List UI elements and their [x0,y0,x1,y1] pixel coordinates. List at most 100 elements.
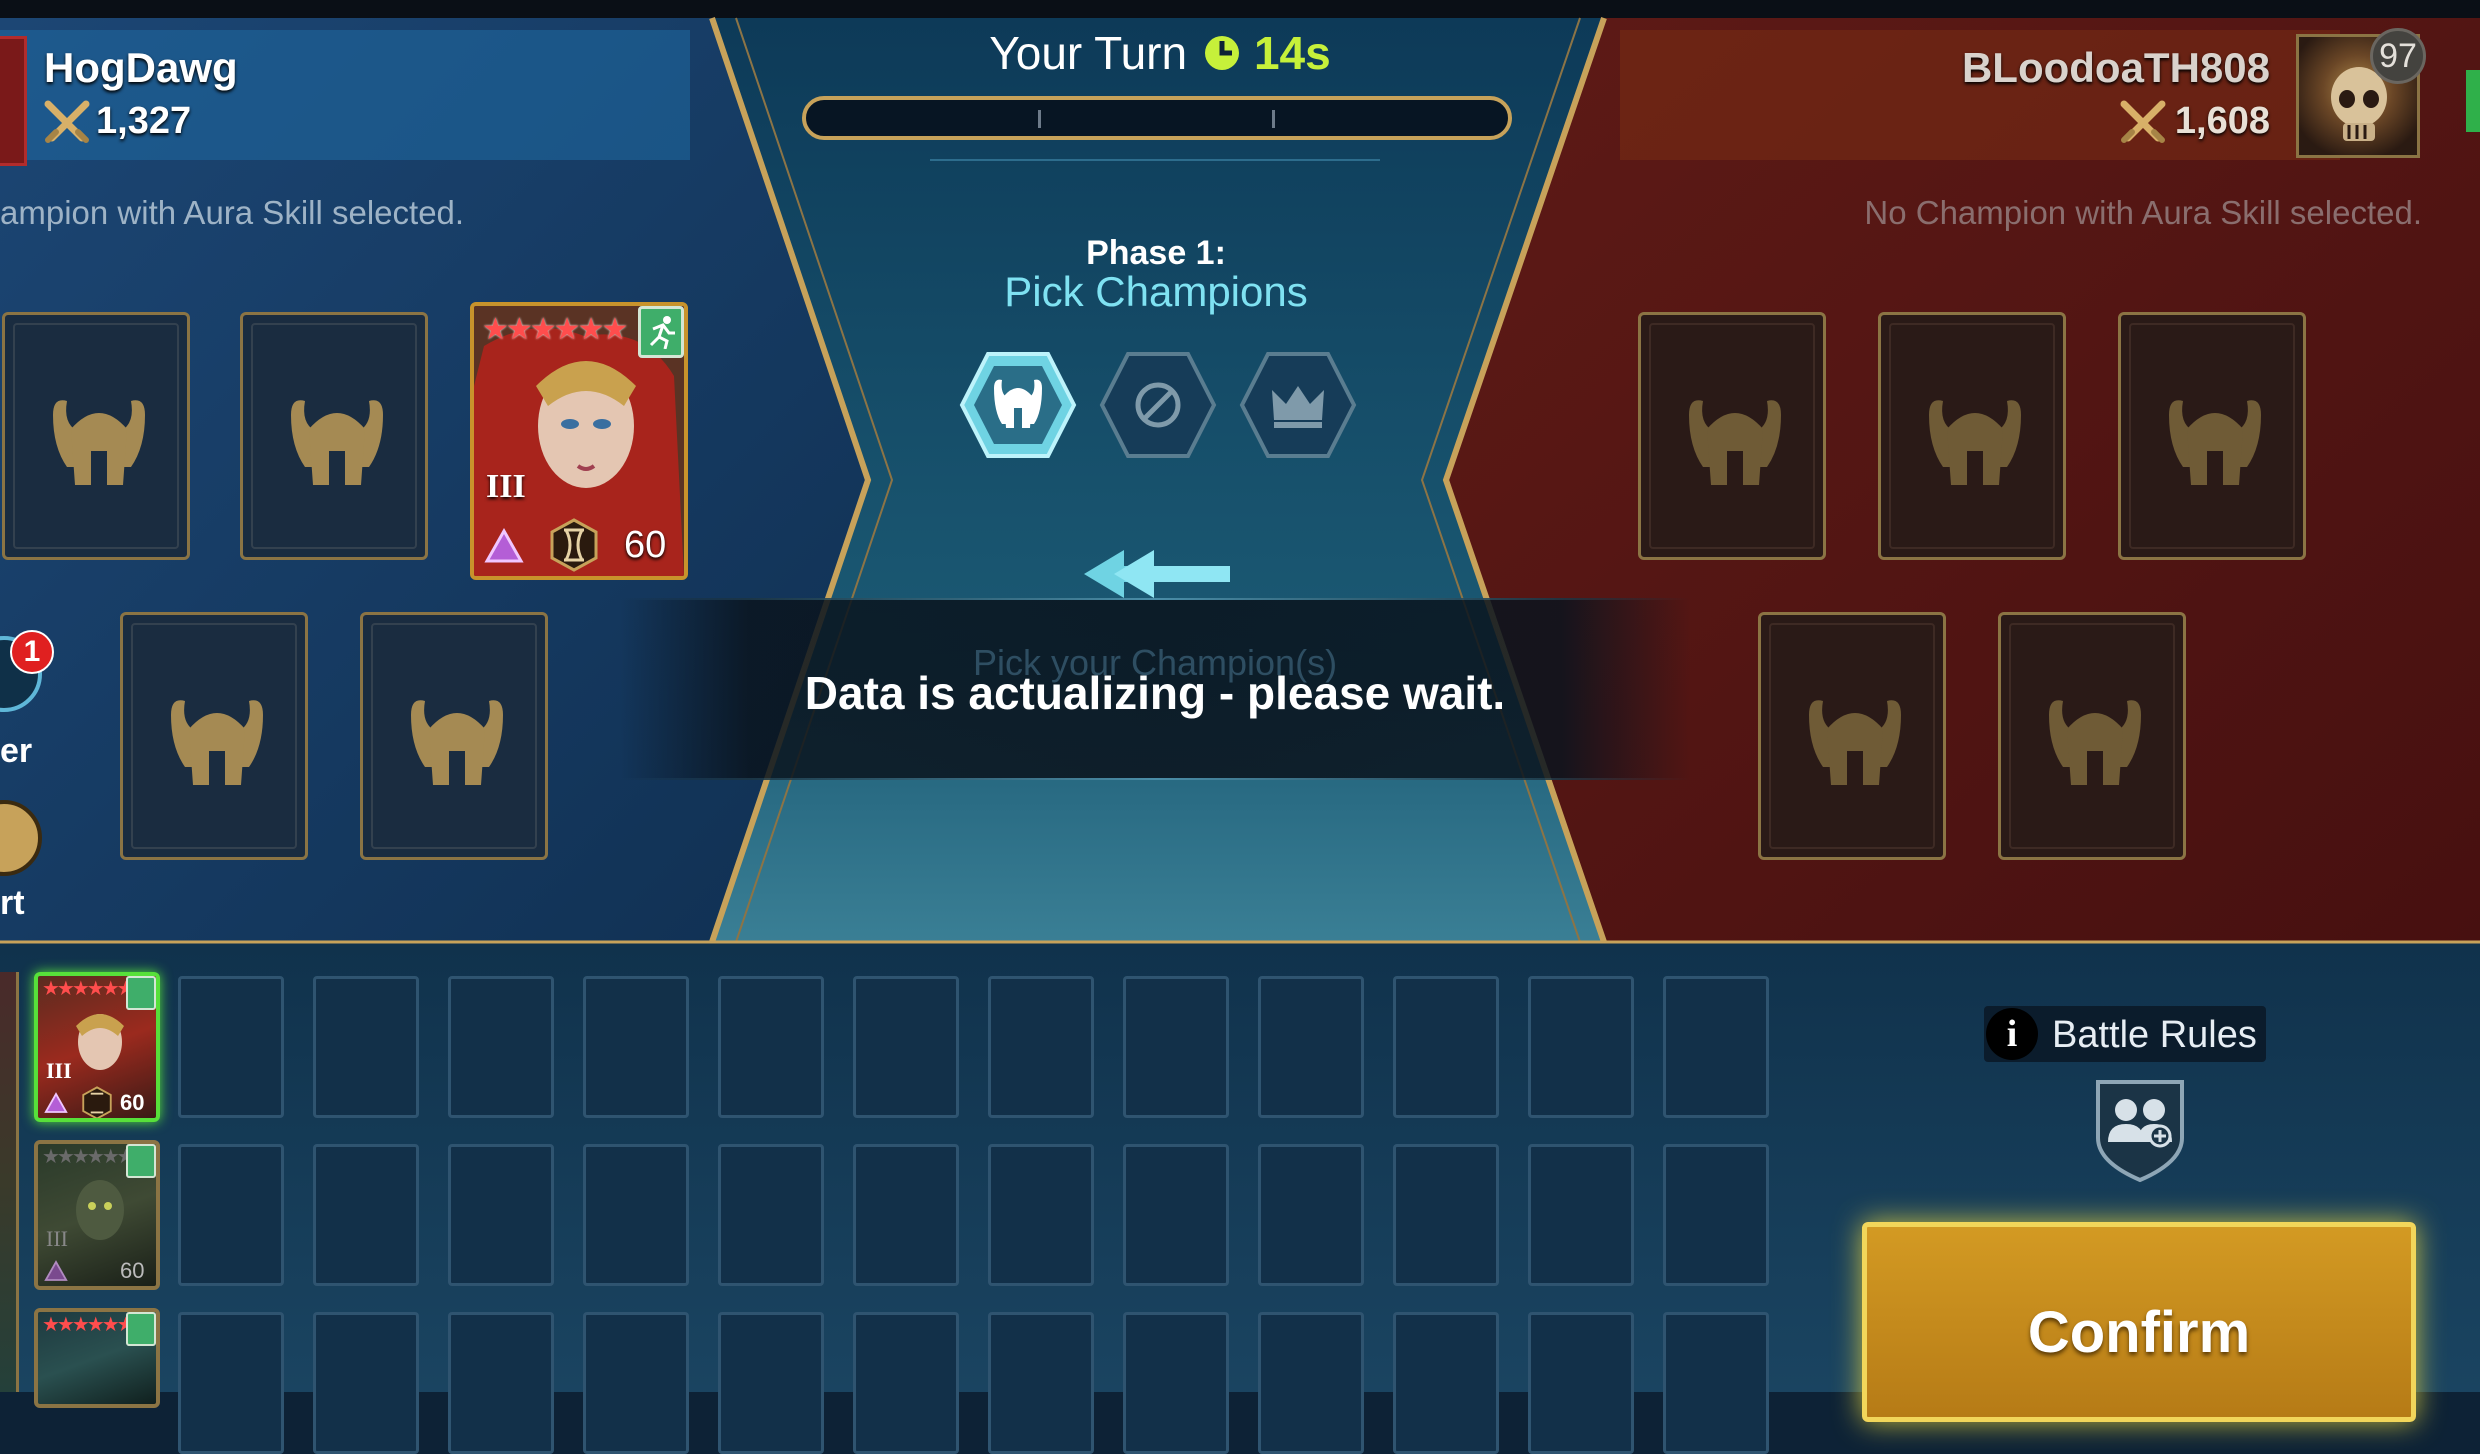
hourglass-icon [82,1086,112,1118]
roster-empty-slot [1123,976,1229,1118]
helmet-placeholder-icon [53,400,145,485]
affinity-badge [126,1312,156,1346]
left-pick-slot-1[interactable] [2,312,190,560]
roster-empty-slot [718,1144,824,1286]
roster-empty-slot [1528,1144,1634,1286]
helmet-placeholder-icon [171,700,263,785]
roster-empty-slot [1663,976,1769,1118]
roster-empty-slot [718,1312,824,1454]
turn-timer: 14s [1253,27,1331,79]
roster-champion-3[interactable]: ★★★★★★ [34,1308,160,1408]
champion-level: 60 [624,524,667,566]
helmet-placeholder-icon [1929,400,2021,485]
roster-empty-slot [178,1144,284,1286]
roster-partial-column [0,972,19,1392]
left-pick-slot-5[interactable] [360,612,548,860]
crossed-swords-icon [2120,100,2166,143]
roster-empty-slot [178,1312,284,1454]
roster-empty-slot [313,1312,419,1454]
right-pick-slot-2 [1878,312,2066,560]
loading-message: Data is actualizing - please wait. [804,667,1506,719]
left-player-power: 1,327 [96,100,192,142]
ascension-triangle-icon [484,528,524,563]
confirm-label: Confirm [2027,1300,2251,1365]
roster-empty-slot [448,1144,554,1286]
roster-empty-slot [313,976,419,1118]
turn-progress-bar [802,96,1512,140]
roster-empty-slot [1393,1144,1499,1286]
roster-empty-slot [988,976,1094,1118]
champion-portrait [76,1180,124,1240]
notification-badge: 1 [10,630,54,674]
roster-empty-slot [178,976,284,1118]
roster-empty-slot [448,1312,554,1454]
turn-label: Your Turn [989,27,1188,79]
right-player-name: BLoodoaTH808 [1961,44,2270,91]
roster-champion-2[interactable]: ★★★★★★ III 60 [34,1140,160,1290]
roster-empty-slot [1123,1144,1229,1286]
roster-empty-slot [1393,1312,1499,1454]
edge-indicator [2466,70,2480,132]
roster-empty-slot [313,1144,419,1286]
phase-subtitle: Pick Champions [1004,268,1308,315]
picked-champion-card[interactable]: ★★★★★★ III 60 [470,302,688,580]
champion-level: 60 [120,1090,145,1115]
phase-step-leader [1239,352,1357,458]
right-pick-slot-5 [1998,612,2186,860]
roster-empty-slot [988,1144,1094,1286]
roster-empty-slot [448,976,554,1118]
loading-overlay: Pick your Champion(s) Data is actualizin… [620,598,1690,780]
roster-empty-slot [853,1144,959,1286]
helmet-placeholder-icon [1689,400,1781,485]
roster-empty-slot [1258,1312,1364,1454]
roster-empty-slot [1663,1144,1769,1286]
info-icon: i [1986,1008,2038,1060]
team-preset-shield-icon[interactable] [2090,1076,2190,1184]
champion-level: 60 [120,1258,145,1283]
left-player-portrait [0,36,27,166]
roster-empty-slot [718,976,824,1118]
roster-empty-slot [1258,1144,1364,1286]
champion-stars: ★★★★★★ [42,1314,135,1336]
roster-empty-slot [853,976,959,1118]
battle-rules-label: Battle Rules [2052,1014,2257,1056]
battle-rules-button[interactable]: i Battle Rules [1984,1006,2266,1062]
left-pick-slot-2[interactable] [240,312,428,560]
phase-step-ban [1099,352,1217,458]
roster-empty-slot [1528,1312,1634,1454]
roster-champion-1[interactable]: ★★★★★★ III 60 [34,972,160,1122]
champion-rank-numeral: III [46,1058,72,1083]
ascension-triangle-icon [44,1092,68,1113]
roster-empty-slot [583,1144,689,1286]
right-pick-slot-4 [1758,612,1946,860]
roster-empty-slot [1663,1312,1769,1454]
right-pick-slot-3 [2118,312,2306,560]
champion-stars: ★★★★★★ [482,313,628,346]
champion-rank-numeral: III [46,1226,68,1251]
right-player-power: 1,608 [2174,100,2270,142]
helmet-placeholder-icon [411,700,503,785]
roster-empty-slot [583,1312,689,1454]
speed-affinity-icon [649,316,675,349]
timer-clock-icon [1204,36,1239,70]
crossed-swords-icon [44,100,90,143]
right-pick-slot-1 [1638,312,1826,560]
left-pick-slot-4[interactable] [120,612,308,860]
roster-empty-slot [583,976,689,1118]
affinity-badge [126,1144,156,1178]
helmet-placeholder-icon [1809,700,1901,785]
roster-empty-slot [1258,976,1364,1118]
side-menu-label-1: er [0,732,33,770]
phase-step-pick [959,352,1077,458]
hourglass-icon [550,518,598,572]
confirm-button[interactable]: Confirm [1862,1222,2416,1422]
right-aura-status: No Champion with Aura Skill selected. [1864,194,2422,231]
helmet-placeholder-icon [291,400,383,485]
turn-indicator: Your Turn 14s [940,26,1380,86]
turn-direction-arrows-icon [1084,550,1230,598]
champion-portrait [76,1014,124,1070]
ascension-triangle-icon [44,1260,68,1281]
helmet-placeholder-icon [2049,700,2141,785]
side-menu-label-2: rt [0,884,25,922]
left-aura-status: ampion with Aura Skill selected. [0,194,465,231]
